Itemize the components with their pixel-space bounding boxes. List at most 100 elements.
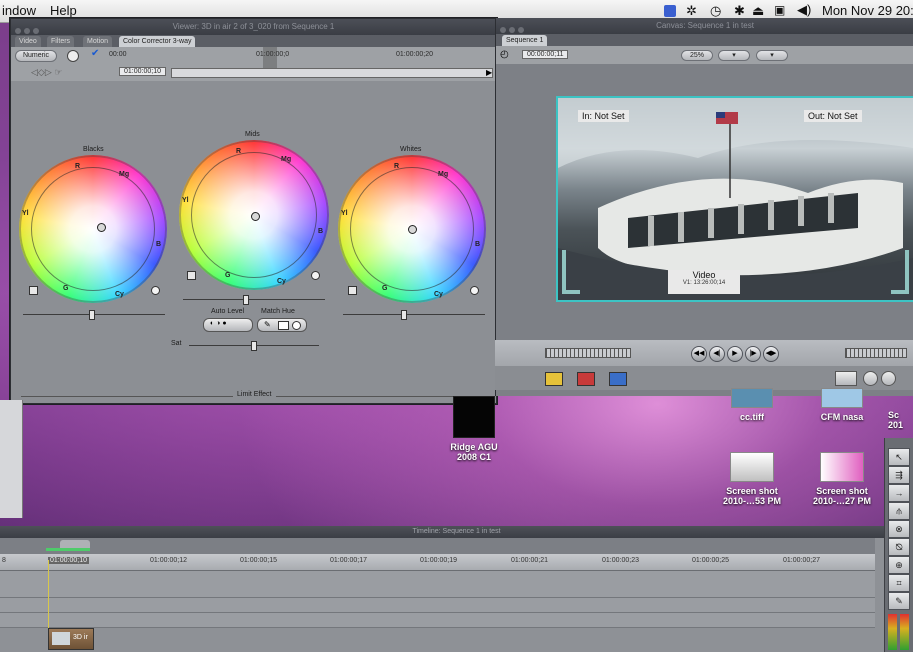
zoom-popup[interactable]: 25% [681,50,713,61]
menu-clock[interactable]: Mon Nov 29 20:0 [822,3,913,18]
whites-reset-button[interactable] [470,286,479,295]
mids-balance-dot[interactable] [251,212,260,221]
match-hue-buttons[interactable]: ✎ [257,318,307,332]
canvas-timecode[interactable]: 00:00:00;11 [522,50,569,59]
blacks-title: Blacks [83,146,104,153]
next-frame-button[interactable]: |▶ [745,346,761,362]
auto-level-buttons[interactable]: ◐ ◑ ● [203,318,253,332]
out-point-label: Out: Not Set [804,110,862,122]
mids-reset-button[interactable] [311,271,320,280]
blacks-slider[interactable] [23,310,165,320]
slip-tool-icon[interactable]: ⊗ [888,520,910,538]
desktop-icon-cc-tiff[interactable]: cc.tiff [722,388,782,422]
mark-in-button[interactable] [863,371,878,386]
visibility-toggle[interactable] [67,50,79,62]
timecode-clock-icon: ◴ [500,49,509,60]
display-icon[interactable]: ▣ [774,3,785,17]
keyframe-nav-icon[interactable]: ◁◇▷ ☞ [31,67,62,78]
tool-palette: ↖ ⇶ → ⫛ ⊗ ⦰ ⊕ ⌗ ✎ [884,438,913,652]
current-timecode[interactable]: 01:00:00;10 [119,67,166,76]
zoom-tool-icon[interactable]: ⊕ [888,556,910,574]
blacks-balance-dot[interactable] [97,223,106,232]
audio-meter-left [888,614,897,650]
clip-label: 3D ir [73,634,88,641]
razor-tool-icon[interactable]: ⦰ [888,538,910,556]
whites-title: Whites [400,146,422,153]
overlay-popup[interactable]: ▾ [756,50,788,61]
canvas-edit-buttons [495,366,913,390]
video-overlay: Video V1: 13:26:00;14 [668,270,740,294]
timeline-clip[interactable]: 3D ir [48,628,94,650]
enable-checkmark-icon[interactable]: ✔ [91,48,99,59]
edit-select-tool-icon[interactable]: ⇶ [888,466,910,484]
whites-color-wheel[interactable]: R Mg B Cy G Yl [338,155,486,303]
pen-tool-icon[interactable]: ✎ [888,592,910,610]
volume-icon[interactable]: ◀) [797,2,811,18]
desktop-icon-cfm-nasa[interactable]: CFM nasa [810,388,874,422]
mark-out-button[interactable] [881,371,896,386]
title-safe-corner-bl [562,250,580,294]
viewer-controls: Numeric ✔ 00:00 01:00:00;0 01:00:00;20 ◁… [11,47,496,81]
desktop-icon-screen-shot-2[interactable]: Screen shot 2010-…27 PM [804,452,880,506]
menu-help[interactable]: Help [50,3,77,18]
mids-color-wheel[interactable]: R Mg B Cy G Yl [179,140,329,290]
tab-video[interactable]: Video [15,36,41,47]
blacks-reset-button[interactable] [151,286,160,295]
replace-button[interactable] [609,372,627,386]
numeric-button[interactable]: Numeric [15,50,57,62]
eyedropper-icon: ✎ [264,320,271,329]
whites-eyedropper-button[interactable] [348,286,357,295]
activity-icon[interactable]: ✲ [686,3,697,19]
bluetooth-icon[interactable]: ✱ [734,3,745,19]
timeline-playhead-tc: 01:00:00;10 [48,557,89,564]
shuttle-control[interactable] [845,348,907,358]
tab-sequence-1[interactable]: Sequence 1 [502,35,548,46]
sat-slider[interactable] [189,341,319,351]
timeline-titlebar[interactable]: Timeline: Sequence 1 in test [0,526,913,538]
render-bar [46,548,90,551]
timeline-track-1[interactable] [0,571,875,598]
menu-window[interactable]: indow [2,3,36,18]
desktop-icon-screen-shot-partial[interactable]: Sc 201 [888,410,912,430]
canvas-titlebar[interactable]: Canvas: Sequence 1 in test [496,18,913,34]
overwrite-button[interactable] [577,372,595,386]
tab-color-corrector[interactable]: Color Corrector 3-way [119,36,196,47]
roll-tool-icon[interactable]: ⫛ [888,502,910,520]
match-frame-button[interactable] [835,371,857,386]
desktop-icon-ridge-agu[interactable]: Ridge AGU 2008 C1 [444,396,504,462]
view-popup[interactable]: ▾ [718,50,750,61]
clock-icon[interactable]: ◷ [710,3,721,19]
eject-icon[interactable]: ⏏ [752,3,764,19]
whites-balance-dot[interactable] [408,225,417,234]
zoom-scrollbar[interactable] [171,68,493,78]
whites-slider[interactable] [343,310,485,320]
prev-frame-button[interactable]: ◀| [709,346,725,362]
insert-button[interactable] [545,372,563,386]
blacks-color-wheel[interactable]: R Mg B Cy G Yl [19,155,167,303]
play-button[interactable]: ▶ [727,346,743,362]
spaces-icon[interactable] [664,5,676,17]
mids-eyedropper-button[interactable] [187,271,196,280]
tab-filters[interactable]: Filters [47,36,75,47]
desktop-icon-screen-shot-1[interactable]: Screen shot 2010-…53 PM [716,452,788,506]
crop-tool-icon[interactable]: ⌗ [888,574,910,592]
play-around-button[interactable]: ◀▶ [763,346,779,362]
blacks-eyedropper-button[interactable] [29,286,38,295]
jog-control[interactable] [545,348,631,358]
clip-thumbnail [52,632,70,645]
timeline-track-2[interactable] [0,598,875,613]
viewer-titlebar[interactable]: Viewer: 3D in air 2 of 3_020 from Sequen… [11,19,496,35]
title-safe-corner-br [891,250,909,294]
tc-left: 00:00 [109,51,127,58]
mids-slider[interactable] [183,295,325,305]
selection-tool-icon[interactable]: ↖ [888,448,910,466]
timeline-title: Timeline: Sequence 1 in test [412,528,501,535]
canvas-video-frame[interactable]: In: Not Set Out: Not Set Video V1: 13:26… [556,96,913,302]
timeline-track-3[interactable] [0,613,875,628]
scroll-right-icon[interactable]: ▶ [486,68,492,77]
limit-effect-label[interactable]: Limit Effect [233,391,276,398]
track-select-tool-icon[interactable]: → [888,484,910,502]
play-in-to-out-button[interactable]: ◀◀ [691,346,707,362]
timeline-ruler[interactable]: 8 01:00:00;10 01:00:00;12 01:00:00;15 01… [0,554,875,571]
tab-motion[interactable]: Motion [83,36,113,47]
